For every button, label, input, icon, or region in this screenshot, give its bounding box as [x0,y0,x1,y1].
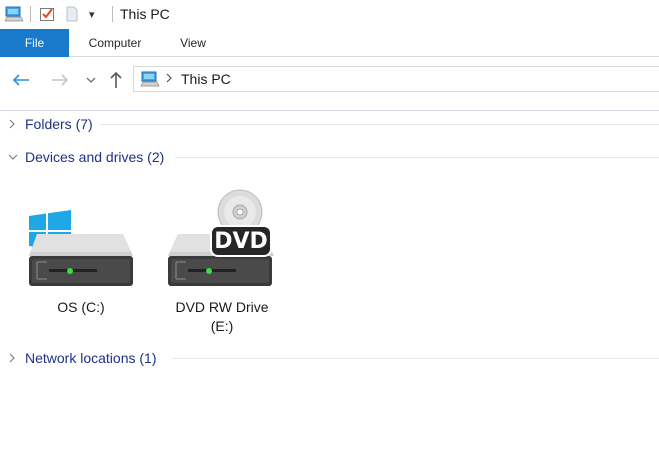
drive-os-c[interactable]: OS (C:) [21,186,141,336]
dvd-badge-label: DVD [214,229,268,254]
group-network-label[interactable]: Network locations (1) [25,350,163,367]
chevron-down-icon[interactable] [7,151,19,165]
tab-view[interactable]: View [168,29,218,57]
breadcrumb-chevron-icon[interactable] [165,72,173,87]
this-pc-icon[interactable] [4,6,24,25]
properties-icon[interactable] [39,6,55,25]
chevron-down-icon [86,77,96,83]
new-folder-icon[interactable] [65,6,79,25]
recent-locations-button[interactable] [80,69,102,91]
drive-dvd-e-label-line1[interactable]: DVD RW Drive [162,298,282,316]
group-separator-line [175,157,659,158]
up-button[interactable] [105,69,127,91]
group-devices-label[interactable]: Devices and drives (2) [25,149,171,166]
up-arrow-icon [110,71,122,88]
address-bar[interactable]: This PC [133,66,659,92]
tab-file[interactable]: File [0,29,69,57]
navigation-bar: This PC [0,57,659,103]
hard-drive-windows-icon [27,206,135,291]
title-separator [112,6,113,22]
group-separator-line [172,358,659,359]
content-divider [0,110,659,111]
forward-button[interactable] [49,69,71,91]
chevron-right-icon[interactable] [7,352,17,367]
drive-dvd-e[interactable]: DVD DVD RW Drive (E:) [162,186,282,336]
group-folders[interactable]: Folders (7) [0,114,659,134]
group-network-locations[interactable]: Network locations (1) [0,348,659,368]
tab-computer[interactable]: Computer [80,29,150,57]
drive-os-c-label[interactable]: OS (C:) [21,298,141,316]
back-arrow-icon [12,74,29,86]
title-bar: ▾ This PC [0,0,659,29]
group-devices-and-drives[interactable]: Devices and drives (2) [0,147,659,167]
breadcrumb-this-pc[interactable]: This PC [181,71,231,88]
quick-access-separator [30,6,31,22]
ribbon-tabs: File Computer View [0,29,659,57]
window-title: This PC [120,6,170,22]
chevron-right-icon[interactable] [7,118,17,133]
group-folders-label[interactable]: Folders (7) [25,116,99,133]
this-pc-icon [140,71,160,90]
customize-quick-access-dropdown[interactable]: ▾ [89,8,95,21]
group-separator-line [100,124,659,125]
drive-dvd-e-label-line2[interactable]: (E:) [162,317,282,335]
back-button[interactable] [10,69,32,91]
forward-arrow-icon [52,74,69,86]
